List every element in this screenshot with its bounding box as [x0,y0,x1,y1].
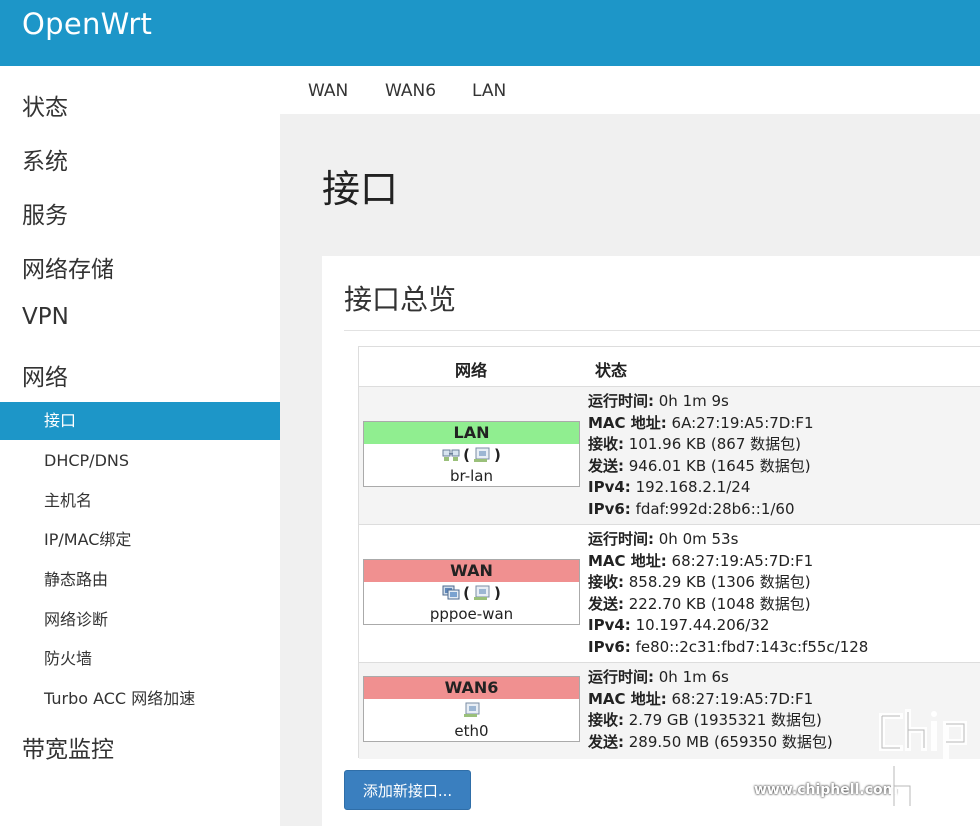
interface-icons [364,699,579,721]
tab-wan6[interactable]: WAN6 [385,81,436,101]
bridge-icon [442,449,460,461]
interface-device: br-lan [449,467,493,485]
chiphell-logo [879,709,967,809]
table-row: WAN ( ) pppoe-wan 运行时间: 0h 0m 53s MAC 地址… [359,525,980,663]
sidebar-item-network[interactable]: 网络 [22,358,68,392]
pppoe-icon [442,585,460,600]
sidebar-item-bandwidth-monitor[interactable]: 带宽监控 [22,730,114,764]
interface-icons: ( ) [364,582,579,604]
sidebar: 状态 系统 服务 网络存储 VPN 网络 接口 DHCP/DNS 主机名 IP/… [0,66,280,826]
watermark-url: www.chiphell.com [754,782,898,798]
status-line: IPv4: 10.197.44.206/32 [588,616,770,634]
column-header-status: 状态 [595,361,628,380]
sidebar-item-status[interactable]: 状态 [22,88,68,122]
status-line: 接收: 101.96 KB (867 数据包) [588,435,802,453]
sidebar-subitem-dhcp-dns[interactable]: DHCP/DNS [0,442,280,480]
interface-icons: ( ) [364,444,579,466]
interface-badge-lan[interactable]: LAN ( ) br-lan [363,421,580,487]
sidebar-item-nas[interactable]: 网络存储 [22,250,114,284]
status-line: IPv6: fe80::2c31:fbd7:143c:f55c/128 [588,637,869,656]
brand-logo[interactable]: OpenWrt [22,7,152,41]
ethernet-port-icon [474,585,490,600]
table-header: 网络 状态 [359,347,980,387]
status-line: IPv6: fdaf:992d:28b6::1/60 [588,499,795,518]
sidebar-subitem-turbo-acc[interactable]: Turbo ACC 网络加速 [0,680,280,718]
sidebar-subitem-static-routes[interactable]: 静态路由 [0,561,280,599]
status-line: 运行时间: 0h 1m 6s [588,668,729,686]
top-bar: OpenWrt [0,0,980,66]
status-line: 发送: 289.50 MB (659350 数据包) [588,732,833,751]
column-header-network: 网络 [455,361,488,380]
interface-badge-wan[interactable]: WAN ( ) pppoe-wan [363,559,580,625]
interface-status: 运行时间: 0h 1m 9s MAC 地址: 6A:27:19:A5:7D:F1… [588,391,814,520]
status-line: MAC 地址: 68:27:19:A5:7D:F1 [588,689,814,708]
ethernet-port-icon [474,447,490,462]
status-line: MAC 地址: 6A:27:19:A5:7D:F1 [588,413,814,432]
interface-badge-wan6[interactable]: WAN6 eth0 [363,676,580,742]
sidebar-subitem-diagnostics[interactable]: 网络诊断 [0,601,280,639]
interface-device: eth0 [454,722,489,740]
interface-device: pppoe-wan [429,605,514,623]
interface-name: WAN [364,560,579,582]
tab-bar: WAN WAN6 LAN [280,66,980,114]
sidebar-item-vpn[interactable]: VPN [22,304,69,330]
add-interface-button[interactable]: 添加新接口... [344,770,471,810]
tab-wan[interactable]: WAN [308,81,348,101]
sidebar-subitem-ip-mac-binding[interactable]: IP/MAC绑定 [0,521,280,559]
interface-status: 运行时间: 0h 1m 6s MAC 地址: 68:27:19:A5:7D:F1… [588,667,833,753]
sidebar-subitem-interfaces[interactable]: 接口 [0,402,280,440]
paren-close: ) [494,446,501,464]
sidebar-item-services[interactable]: 服务 [22,196,68,230]
divider [344,330,980,331]
interface-name: WAN6 [364,677,579,699]
tab-lan[interactable]: LAN [472,81,506,101]
panel-title: 接口总览 [344,283,457,316]
status-line: IPv4: 192.168.2.1/24 [588,478,751,496]
interface-status: 运行时间: 0h 0m 53s MAC 地址: 68:27:19:A5:7D:F… [588,529,868,658]
paren-open: ( [463,584,470,602]
status-line: 发送: 946.01 KB (1645 数据包) [588,456,811,475]
status-line: 接收: 2.79 GB (1935321 数据包) [588,711,822,729]
status-line: 发送: 222.70 KB (1048 数据包) [588,594,811,613]
interface-table: 网络 状态 LAN () br-lan 运行时间: 0h 1m 9s MAC … [358,346,980,759]
status-line: 接收: 858.29 KB (1306 数据包) [588,573,811,591]
table-row: LAN ( ) br-lan 运行时间: 0h 1m 9s MAC 地址: 6A… [359,387,980,525]
paren-close: ) [494,584,501,602]
sidebar-subitem-firewall[interactable]: 防火墙 [0,640,280,678]
ethernet-port-icon [463,702,479,717]
page-title: 接口 [322,167,399,211]
sidebar-item-system[interactable]: 系统 [22,142,68,176]
status-line: 运行时间: 0h 0m 53s [588,530,739,548]
interface-name: LAN [364,422,579,444]
status-line: 运行时间: 0h 1m 9s [588,392,729,410]
status-line: MAC 地址: 68:27:19:A5:7D:F1 [588,551,814,570]
paren-open: ( [463,446,470,464]
sidebar-subitem-hostnames[interactable]: 主机名 [0,482,280,520]
